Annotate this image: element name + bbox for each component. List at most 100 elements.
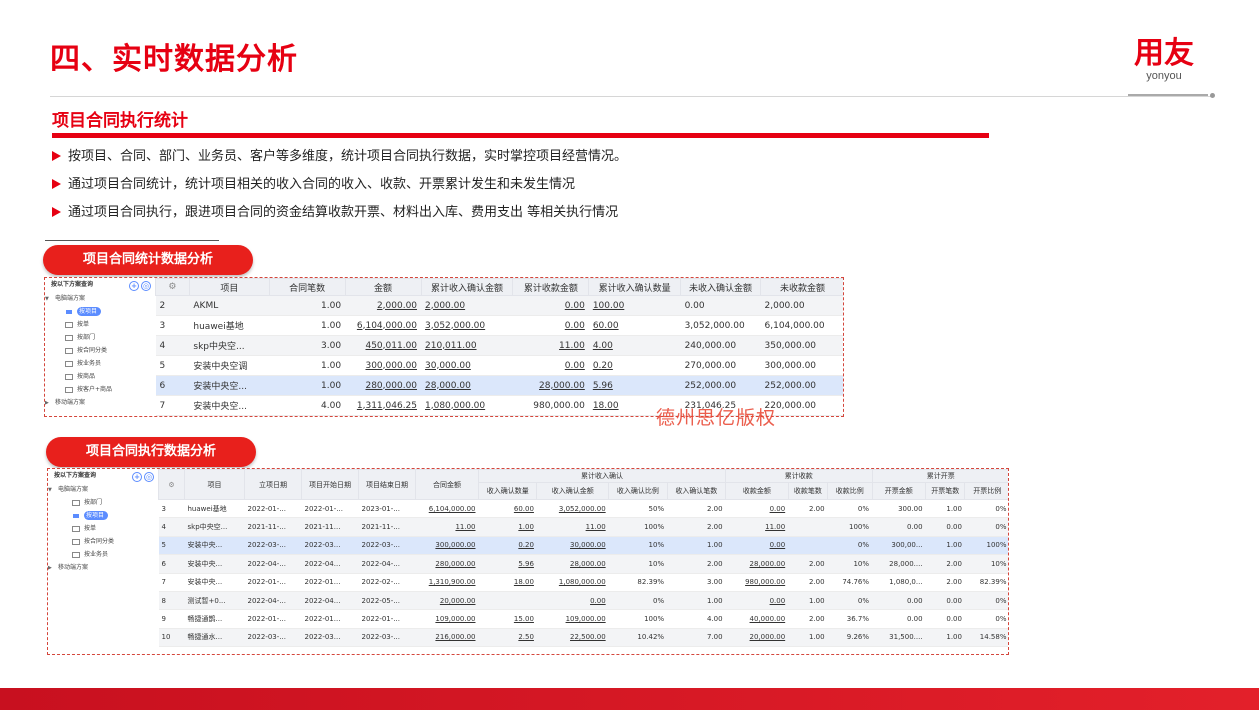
column-header[interactable]: 累计收款金额 xyxy=(512,278,590,296)
sidebar-item-by-customer-product[interactable]: 按客户+商品 xyxy=(45,383,155,396)
sidebar-item-pc-schemes[interactable]: ▼ 电脑端方案 xyxy=(48,483,158,496)
table-row-selected[interactable]: 5 安装中央... 2022-03-... 2022-03... 2022-03-...… xyxy=(158,536,1008,556)
table-cell[interactable]: 28,000.00 xyxy=(536,554,609,574)
column-header[interactable]: 项目结束日期 xyxy=(358,469,416,500)
sidebar-header-label: 按以下方案查询 xyxy=(54,472,97,479)
table-cell[interactable]: 6,104,000.00 xyxy=(415,499,479,519)
column-header[interactable]: 未收款金额 xyxy=(760,278,843,296)
column-header[interactable]: 收款笔数 xyxy=(787,482,829,500)
table-cell[interactable]: 5.96 xyxy=(478,554,537,574)
table-row[interactable]: 5 安装中央空调 1.00 300,000.00 30,000.00 0.00 … xyxy=(155,355,843,376)
table-cell[interactable]: 109,000.00 xyxy=(415,609,479,629)
sidebar-item-pc-schemes[interactable]: ▼ 电脑端方案 xyxy=(45,292,155,305)
table-cell[interactable]: 2.50 xyxy=(478,628,537,648)
sidebar-item-by-dept[interactable]: 按部门 xyxy=(48,496,158,509)
stats-sidebar: 按以下方案查询 + ◎ ▼ 电脑端方案 按项目 按单 按部门 按合同分类 按业务员 … xyxy=(45,278,155,416)
table-row[interactable]: 3 huawei基地 1.00 6,104,000.00 3,052,000.0… xyxy=(155,315,843,336)
sidebar-item-by-salesperson[interactable]: 按业务员 xyxy=(45,357,155,370)
table-cell[interactable]: 60.00 xyxy=(478,499,537,519)
column-header[interactable]: 项目开始日期 xyxy=(301,469,359,500)
table-cell[interactable]: 11.00 xyxy=(536,517,609,537)
sidebar-item-by-project[interactable]: 按项目 xyxy=(45,305,155,318)
column-header[interactable]: 开票笔数 xyxy=(925,482,966,500)
column-header[interactable]: 收入确认金额 xyxy=(536,482,610,500)
column-header[interactable]: 收入确认数量 xyxy=(477,482,538,500)
column-header[interactable]: 立项日期 xyxy=(244,469,302,500)
column-header[interactable]: 开票金额 xyxy=(871,482,927,500)
settings-icon[interactable]: ◎ xyxy=(144,472,154,482)
column-header[interactable]: 收入确认笔数 xyxy=(666,482,727,500)
table-cell[interactable]: 15.00 xyxy=(478,609,537,629)
table-cell[interactable]: 3,052,000.00 xyxy=(536,499,609,519)
table-row[interactable]: 3 huawei基地 2022-01-... 2022-01-... 2023-01-.… xyxy=(158,499,1008,519)
table-cell[interactable]: 28,000.00 xyxy=(725,554,789,574)
table-cell[interactable]: 1.00 xyxy=(478,517,537,537)
sidebar-item-by-dept[interactable]: 按部门 xyxy=(45,331,155,344)
table-cell[interactable]: 0.00 xyxy=(725,499,789,519)
sidebar-item-by-salesperson[interactable]: 按业务员 xyxy=(48,548,158,561)
table-cell[interactable]: 1,310,900.00 xyxy=(415,573,479,592)
table-cell[interactable]: 30,000.00 xyxy=(536,536,609,556)
table-cell[interactable]: 0.20 xyxy=(478,536,537,556)
table-cell[interactable]: 1,080,000.00 xyxy=(536,573,609,592)
column-header[interactable]: 累计收入确认数量 xyxy=(588,278,682,296)
add-icon[interactable]: + xyxy=(132,472,142,482)
table-row[interactable]: 7 安装中央... 2022-01-... 2022-01... 2022-02-...… xyxy=(158,573,1008,592)
table-cell[interactable]: 40,000.00 xyxy=(725,609,789,629)
column-header[interactable]: 未收入确认金额 xyxy=(680,278,761,296)
table-row[interactable]: 4 skp中央空... 3.00 450,011.00 210,011.00 1… xyxy=(155,335,843,356)
column-header[interactable]: 收入确认比例 xyxy=(608,482,668,500)
table-cell[interactable]: 0.00 xyxy=(725,591,789,611)
table-cell[interactable]: 300,000.00 xyxy=(415,536,479,556)
table-cell[interactable]: 20,000.00 xyxy=(415,591,479,611)
sidebar-item-by-contract-type[interactable]: 按合同分类 xyxy=(45,344,155,357)
table-cell[interactable]: 11.00 xyxy=(415,517,479,537)
column-header[interactable]: 合同金额 xyxy=(415,469,479,500)
table-cell[interactable]: 280,000.00 xyxy=(415,554,479,574)
table-row[interactable]: 8 测试暂+0... 2022-04-... 2022-04... 2022-05-..… xyxy=(158,591,1008,611)
table-row[interactable]: 9 畅捷通鹊... 2022-01-... 2022-01... 2022-01-...… xyxy=(158,609,1008,629)
group-header: 累计收款 xyxy=(725,469,873,483)
table-cell[interactable]: 109,000.00 xyxy=(536,609,609,629)
table-cell: 2022-04-... xyxy=(358,554,416,574)
table-cell[interactable]: 11.00 xyxy=(725,517,789,537)
table-cell[interactable]: 0.00 xyxy=(536,591,609,611)
table-cell: 74.76% xyxy=(827,573,873,592)
bullet-list: 按项目、合同、部门、业务员、客户等多维度，统计项目合同执行数据，实时掌控项目经营… xyxy=(52,148,627,232)
table-cell[interactable] xyxy=(478,591,537,611)
chart-icon xyxy=(72,551,80,558)
table-cell[interactable]: 0.00 xyxy=(725,536,789,556)
table-row[interactable]: 2 AKML 1.00 2,000.00 2,000.00 0.00 100.0… xyxy=(155,295,843,316)
table-cell[interactable]: 20,000.00 xyxy=(725,628,789,648)
column-header[interactable]: 累计收入确认金额 xyxy=(420,278,514,296)
column-settings-icon[interactable]: ⚙ xyxy=(155,278,190,296)
column-header[interactable]: 项目 xyxy=(188,278,270,296)
sidebar-item-by-order[interactable]: 按单 xyxy=(48,522,158,535)
table-row-selected[interactable]: 6 安装中央空... 1.00 280,000.00 28,000.00 28,… xyxy=(155,375,843,396)
sidebar-item-by-product[interactable]: 按商品 xyxy=(45,370,155,383)
table-cell[interactable]: 980,000.00 xyxy=(725,573,789,592)
table-cell[interactable]: 216,000.00 xyxy=(415,628,479,648)
sidebar-item-mobile-schemes[interactable]: ▶ 移动端方案 xyxy=(45,396,155,409)
sidebar-item-by-contract-type[interactable]: 按合同分类 xyxy=(48,535,158,548)
column-header[interactable]: 开票比例 xyxy=(964,482,1008,500)
sidebar-item-mobile-schemes[interactable]: ▶ 移动端方案 xyxy=(48,561,158,574)
table-cell[interactable]: 22,500.00 xyxy=(536,628,609,648)
sidebar-item-by-project[interactable]: 按项目 xyxy=(48,509,158,522)
exec-sidebar: 按以下方案查询 + ◎ ▼ 电脑端方案 按部门 按项目 按单 按合同分类 按业务员 … xyxy=(48,469,158,654)
settings-icon[interactable]: ◎ xyxy=(141,281,151,291)
table-row[interactable]: 4 skp中央空... 2021-11-... 2021-11... 2021-11-.… xyxy=(158,517,1008,537)
table-cell: 7.00 xyxy=(667,628,726,648)
logo-underline xyxy=(1128,94,1208,96)
sidebar-item-by-order[interactable]: 按单 xyxy=(45,318,155,331)
column-settings-icon[interactable]: ⚙ xyxy=(158,469,185,500)
column-header[interactable]: 收款比例 xyxy=(827,482,873,500)
column-header[interactable]: 收款金额 xyxy=(725,482,789,500)
column-header[interactable]: 合同笔数 xyxy=(268,278,346,296)
table-row[interactable]: 6 安装中央... 2022-04-... 2022-04... 2022-04-...… xyxy=(158,554,1008,574)
add-icon[interactable]: + xyxy=(129,281,139,291)
column-header[interactable]: 金额 xyxy=(344,278,422,296)
table-cell[interactable]: 18.00 xyxy=(478,573,537,592)
column-header[interactable]: 项目 xyxy=(184,469,245,500)
table-row[interactable]: 10 畅捷通水... 2022-03-... 2022-03... 2022-03-..… xyxy=(158,628,1008,648)
